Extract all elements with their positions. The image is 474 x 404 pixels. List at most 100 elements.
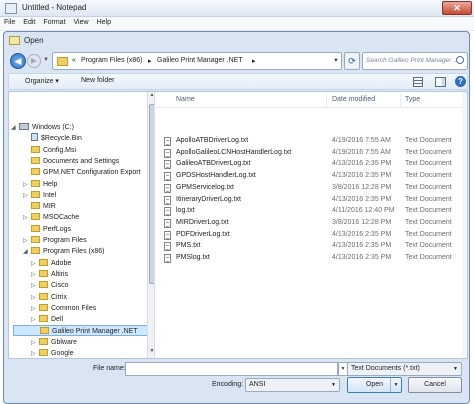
expand-arrow-icon[interactable]: ◢ <box>23 247 31 258</box>
file-date-modified: 4/13/2016 2:35 PM <box>332 195 392 203</box>
menu-edit[interactable]: Edit <box>19 17 39 28</box>
history-dropdown-icon[interactable]: ▼ <box>43 57 49 63</box>
nav-item[interactable]: ▷ Dell <box>31 314 63 325</box>
file-type: Text Document <box>405 172 452 180</box>
breadcrumb-separator[interactable]: ▸ <box>148 57 152 65</box>
file-type-select[interactable]: Text Documents (*.txt) ▼ <box>347 362 462 376</box>
nav-item[interactable]: ▷ Adobe <box>31 258 71 269</box>
folder-icon <box>31 156 40 164</box>
nav-item[interactable]: ▷ Google <box>31 348 74 358</box>
text-file-icon <box>164 172 171 182</box>
nav-item-label: Config.Msi <box>43 146 77 154</box>
file-row[interactable]: GPMServicelog.txt 3/8/2016 12:28 PM Text D… <box>156 182 462 194</box>
nav-item[interactable]: ▷ Intel <box>23 190 56 201</box>
column-divider[interactable] <box>326 94 327 106</box>
file-row[interactable]: MIRDriverLog.txt 3/8/2016 12:28 PM Text Do… <box>156 217 462 229</box>
file-row[interactable]: PMS.txt 4/13/2016 2:35 PM Text Document <box>156 240 462 252</box>
file-date-modified: 4/13/2016 2:35 PM <box>332 172 392 180</box>
menu-help[interactable]: Help <box>93 17 115 28</box>
menu-view[interactable]: View <box>70 17 93 28</box>
file-type: Text Document <box>405 137 452 144</box>
nav-item-label: Adobe <box>51 259 72 267</box>
file-row[interactable]: ApolloATBDriverLog.txt 4/19/2016 7:55 AM T… <box>156 135 462 147</box>
file-row[interactable]: GalileoATBDriverLog.txt 4/13/2016 2:35 PM… <box>156 158 462 170</box>
open-options-icon[interactable]: ▼ <box>390 378 401 392</box>
nav-item-label: $Recycle.Bin <box>41 135 82 143</box>
column-divider[interactable] <box>400 94 401 106</box>
folder-icon <box>39 303 48 311</box>
scroll-thumb[interactable] <box>149 104 154 284</box>
nav-item[interactable]: MIR <box>23 201 56 212</box>
encoding-select[interactable]: ANSI ▼ <box>245 378 340 392</box>
file-row[interactable]: PMSlog.txt 4/13/2016 2:35 PM Text Document <box>156 252 462 264</box>
breadcrumb-galileo[interactable]: Galileo Print Manager .NET <box>157 57 243 64</box>
file-date-modified: 3/8/2016 12:28 PM <box>332 218 392 226</box>
nav-item[interactable]: ▷ Common Files <box>31 303 96 314</box>
close-button[interactable]: ✕ <box>442 1 472 15</box>
column-date-modified[interactable]: Date modified <box>332 96 375 103</box>
file-row[interactable]: ApolloGalileoLCNHostHandlerLog.txt 4/19/2… <box>156 147 462 159</box>
file-row[interactable]: GPDSHostHandlerLog.txt 4/13/2016 2:35 PM T… <box>156 170 462 182</box>
breadcrumb-separator[interactable]: ▸ <box>252 57 256 65</box>
nav-item[interactable]: ▷ Cisco <box>31 280 69 291</box>
recycle-bin-icon <box>31 133 38 142</box>
nav-item[interactable]: ▷ Gblware <box>31 337 77 348</box>
breadcrumb-overflow[interactable]: « <box>72 57 76 64</box>
refresh-button[interactable]: ⟳ <box>344 52 360 70</box>
nav-item[interactable]: Documents and Settings <box>23 156 119 167</box>
file-row[interactable]: log.txt 4/11/2016 12:40 PM Text Document <box>156 205 462 217</box>
open-button[interactable]: Open ▼ <box>347 377 402 393</box>
nav-item[interactable]: ◢ Windows (C:) <box>11 122 74 133</box>
nav-item[interactable]: ◢ Program Files (x86) <box>23 246 104 257</box>
folder-icon <box>39 281 48 289</box>
nav-item[interactable]: PerfLogs <box>23 224 71 235</box>
nav-item-label: Documents and Settings <box>43 157 120 165</box>
back-button[interactable]: ◀ <box>10 53 26 69</box>
nav-item[interactable]: ▷ MSOCache <box>23 212 79 223</box>
column-name[interactable]: Name <box>176 96 195 103</box>
menu-file[interactable]: File <box>0 17 19 28</box>
folder-icon <box>39 292 48 300</box>
scroll-up-icon[interactable]: ▲ <box>148 92 154 102</box>
file-date-modified: 4/13/2016 2:35 PM <box>332 242 392 250</box>
file-row[interactable]: ItineraryDriverLog.txt 4/13/2016 2:35 PM T… <box>156 194 462 206</box>
cancel-button[interactable]: Cancel <box>408 377 462 393</box>
folder-open-icon <box>9 36 20 45</box>
breadcrumb-program-files-x86[interactable]: Program Files (x86) <box>81 57 142 64</box>
folder-icon <box>31 179 40 187</box>
nav-item[interactable]: ▷ Citrix <box>31 292 67 303</box>
file-date-modified: 4/13/2016 2:35 PM <box>332 160 392 168</box>
scroll-down-icon[interactable]: ▼ <box>148 348 154 358</box>
folder-icon <box>39 337 48 345</box>
chevron-down-icon[interactable]: ▼ <box>333 58 339 64</box>
organize-button[interactable]: Organize ▾ <box>25 77 59 85</box>
view-options-icon[interactable] <box>413 77 423 87</box>
column-type[interactable]: Type <box>405 96 420 103</box>
help-icon[interactable]: ? <box>455 76 466 87</box>
file-name: MIRDriverLog.txt <box>176 218 229 226</box>
forward-button[interactable]: ▶ <box>27 54 41 68</box>
nav-item[interactable]: GPM.NET Configuration Export <box>23 167 141 178</box>
file-list-scrollbar[interactable] <box>462 92 467 358</box>
expand-arrow-icon[interactable]: ▷ <box>31 349 39 358</box>
nav-item[interactable]: Galileo Print Manager .NET <box>13 325 151 337</box>
nav-item[interactable]: $Recycle.Bin <box>23 133 82 144</box>
nav-scrollbar[interactable]: ▲ ▼ <box>147 92 154 358</box>
filename-input[interactable] <box>125 362 338 376</box>
file-type: Text Document <box>405 195 452 203</box>
search-input[interactable]: Search Galileo Print Manager ... <box>362 52 468 70</box>
nav-item[interactable]: ▷ Program Files <box>23 235 87 246</box>
file-date-modified: 3/8/2016 12:28 PM <box>332 183 392 191</box>
new-folder-button[interactable]: New folder <box>81 77 114 84</box>
text-file-icon <box>164 160 171 170</box>
navigation-pane[interactable]: ◢ Windows (C:) $Recycle.Bin Config.Msi Docum… <box>9 92 155 358</box>
breadcrumb[interactable]: « Program Files (x86) ▸ Galileo Print Ma… <box>52 52 342 70</box>
file-row[interactable]: PDFDriverLog.txt 4/13/2016 2:35 PM Text Do… <box>156 229 462 241</box>
menu-format[interactable]: Format <box>39 17 69 28</box>
preview-pane-icon[interactable] <box>435 77 446 87</box>
nav-item[interactable]: Config.Msi <box>23 145 76 156</box>
expand-arrow-icon[interactable]: ◢ <box>11 123 19 134</box>
folder-icon <box>39 349 48 356</box>
nav-item[interactable]: ▷ Help <box>23 179 57 190</box>
nav-item[interactable]: ▷ Altiris <box>31 269 68 280</box>
